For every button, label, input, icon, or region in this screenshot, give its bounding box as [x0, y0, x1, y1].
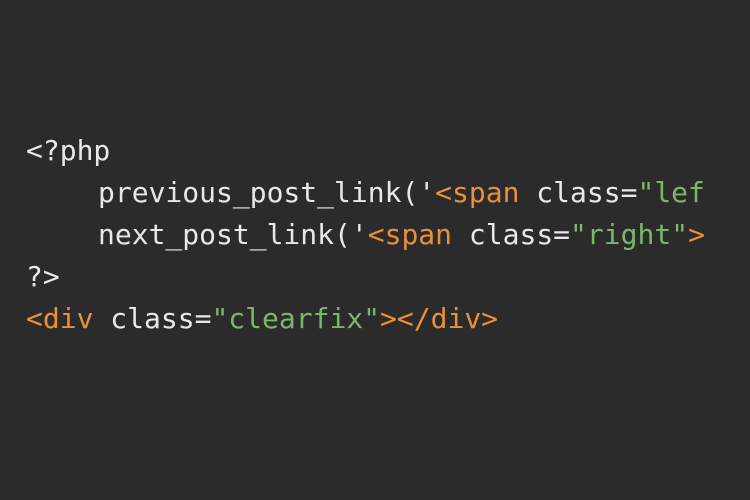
- div-close-tag: </div>: [397, 302, 498, 335]
- paren-quote: (': [401, 176, 435, 209]
- function-call: next_post_link: [98, 218, 334, 251]
- gt: >: [380, 302, 397, 335]
- function-call: previous_post_link: [98, 176, 401, 209]
- class-attr: class=: [452, 218, 570, 251]
- span-tag: <span: [435, 176, 519, 209]
- div-open-tag: <div: [26, 302, 93, 335]
- php-close-tag: ?>: [26, 260, 60, 293]
- class-value: "lef: [637, 176, 704, 209]
- span-tag: <span: [368, 218, 452, 251]
- code-block: <?php previous_post_link('<span class="l…: [26, 130, 750, 340]
- class-attr: class=: [93, 302, 211, 335]
- php-open-tag: <?php: [26, 134, 110, 167]
- class-attr: class=: [519, 176, 637, 209]
- gt: >: [688, 218, 705, 251]
- class-value: "right": [570, 218, 688, 251]
- paren-quote: (': [334, 218, 368, 251]
- class-value: "clearfix": [211, 302, 380, 335]
